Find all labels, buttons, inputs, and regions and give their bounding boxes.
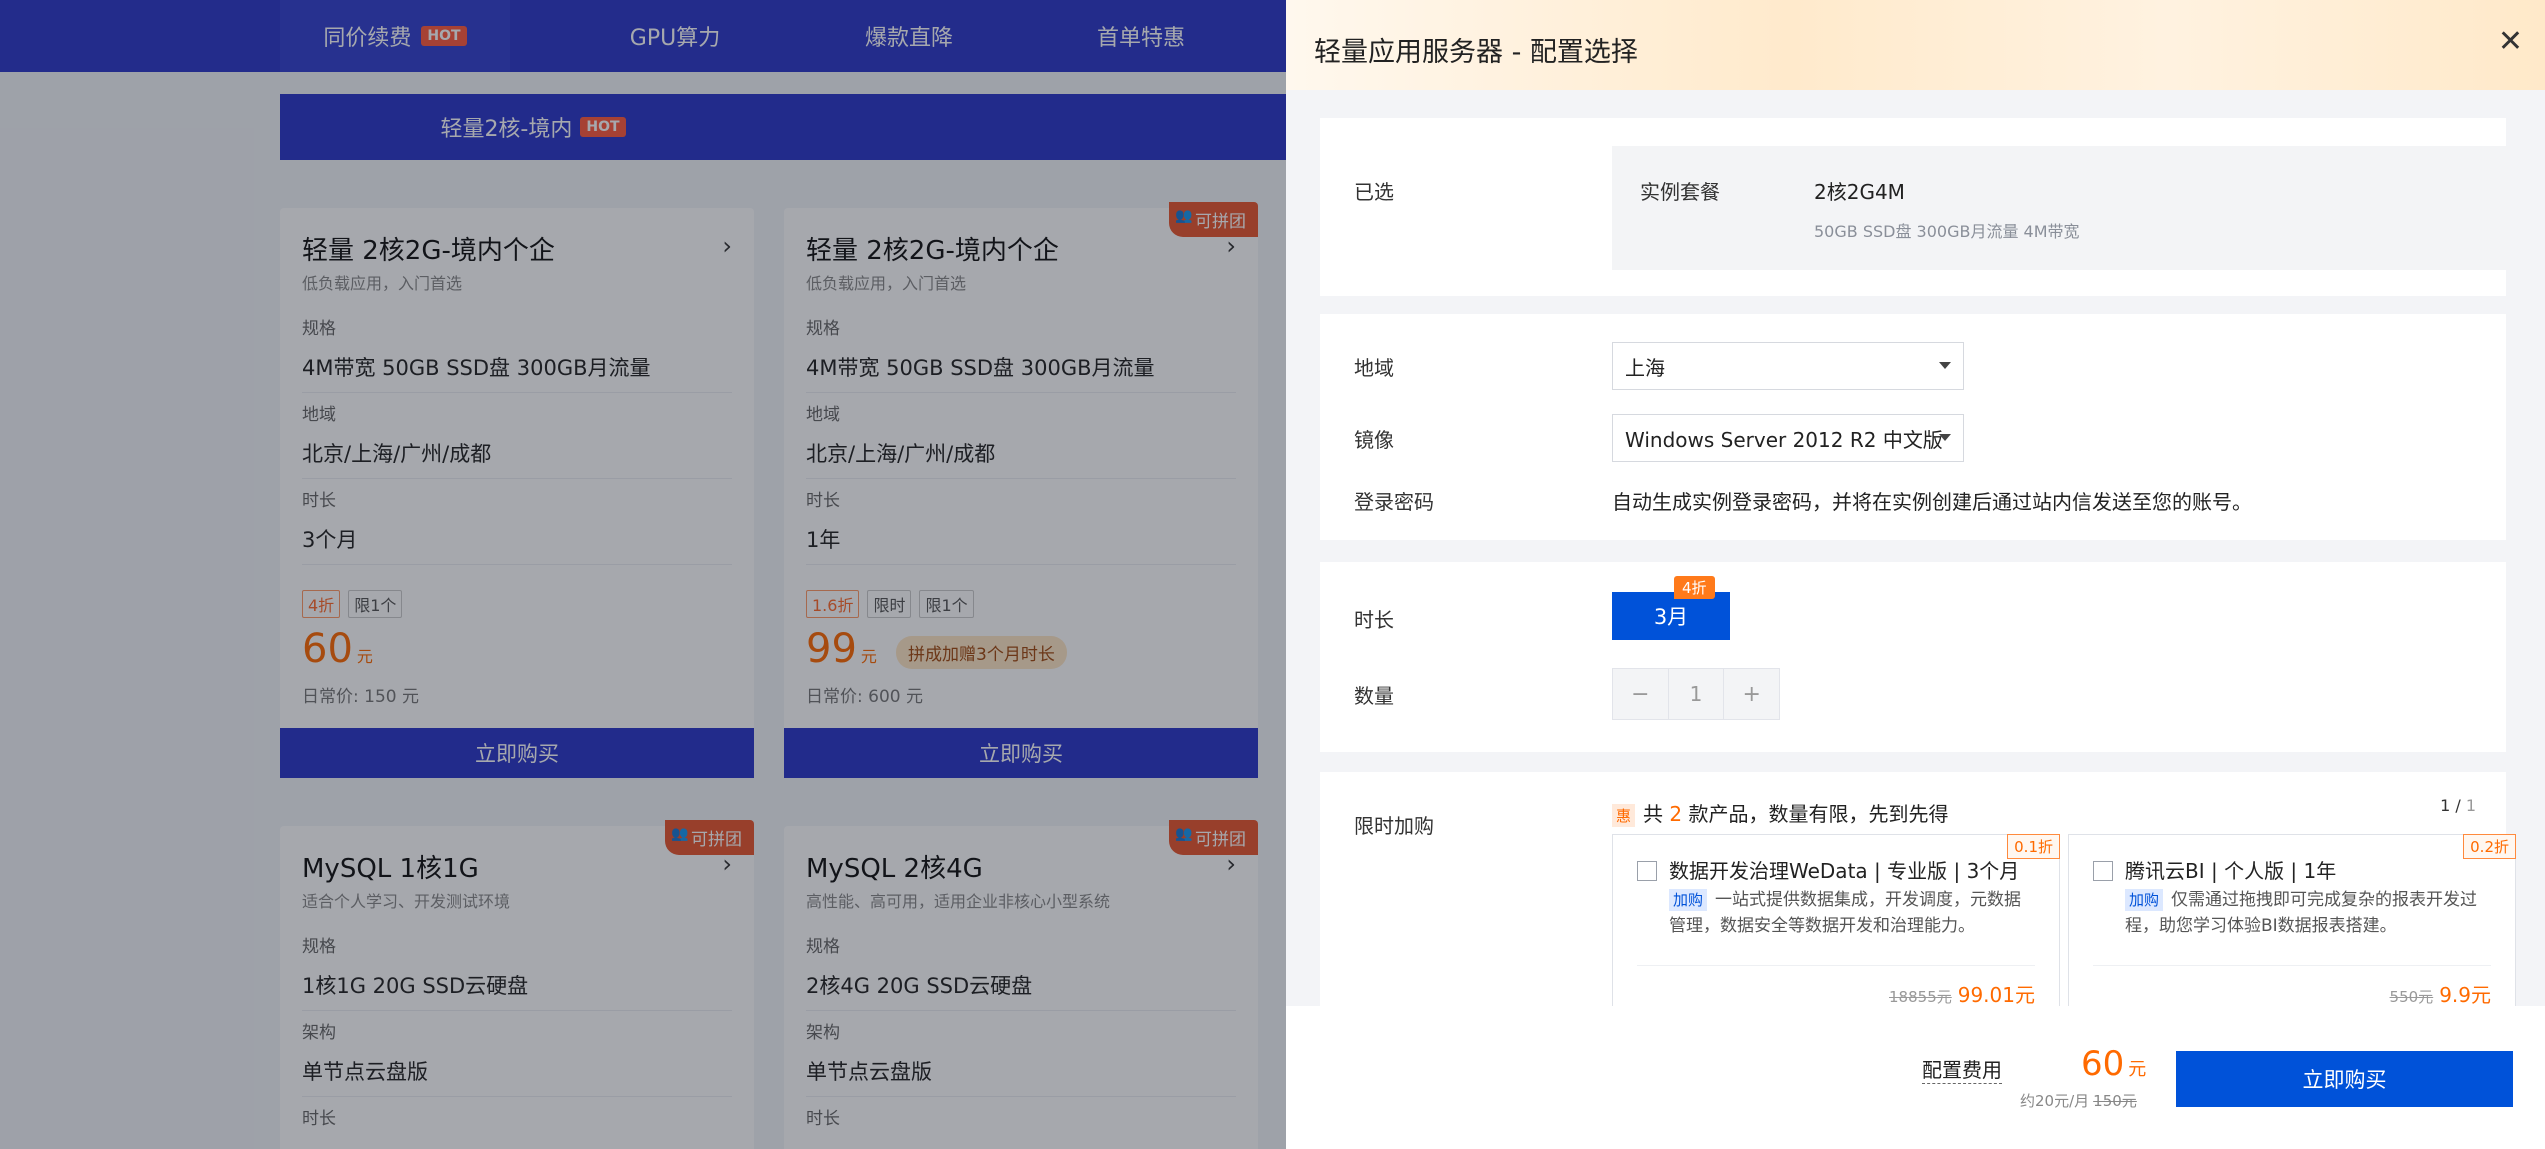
addon-sale-price: 99.01元 xyxy=(1957,983,2035,1007)
divider xyxy=(2093,965,2491,966)
config-fee-label[interactable]: 配置费用 xyxy=(1922,1054,2002,1084)
region-value: 上海 xyxy=(1625,355,1665,380)
addon-price: 18855元 99.01元 xyxy=(1889,979,2035,1008)
addon-desc-block: 加购 一站式提供数据集成，开发调度，元数据管理，数据安全等数据开发和治理能力。 xyxy=(1669,887,2033,939)
quantity-stepper: − 1 + xyxy=(1612,668,1780,720)
page-total: 1 xyxy=(2465,796,2476,815)
page-current: 1 xyxy=(2440,796,2451,815)
addon-tag: 加购 xyxy=(2125,889,2164,911)
password-label: 登录密码 xyxy=(1354,490,1434,514)
purchase-panel: 时长 3月 4折 数量 − 1 + xyxy=(1320,562,2506,752)
discount-tag: 0.2折 xyxy=(2463,834,2516,859)
addon-description: 仅需通过拖拽即可完成复杂的报表开发过程，助您学习体验BI数据报表搭建。 xyxy=(2125,890,2478,936)
modal-overlay[interactable] xyxy=(0,0,1286,1149)
package-key: 实例套餐 xyxy=(1640,180,1720,204)
package-detail: 50GB SSD盘 300GB月流量 4M带宽 xyxy=(1814,222,2080,241)
quantity-label: 数量 xyxy=(1354,684,1394,708)
discount-badge: 惠 xyxy=(1612,804,1636,827)
addon-title: 数据开发治理WeData | 专业版 | 3个月 xyxy=(1669,859,2020,883)
addon-description: 一站式提供数据集成，开发调度，元数据管理，数据安全等数据开发和治理能力。 xyxy=(1669,890,2022,936)
config-panel: 地域 上海 镜像 Windows Server 2012 R2 中文版 登录密码… xyxy=(1320,314,2506,540)
original-total: 150元 xyxy=(2093,1092,2137,1110)
page-separator: / xyxy=(2450,796,2466,815)
plus-button[interactable]: + xyxy=(1724,669,1779,719)
addon-checkbox[interactable] xyxy=(1637,861,1657,881)
caret-down-icon xyxy=(1939,362,1951,369)
price-detail: 约20元/月 150元 xyxy=(2020,1090,2137,1111)
addon-count: 2 xyxy=(1669,802,1683,826)
discount-tag: 4折 xyxy=(1674,576,1715,599)
drawer-header: 轻量应用服务器 - 配置选择 ✕ xyxy=(1286,0,2545,90)
addon-suffix: 款产品，数量有限，先到先得 xyxy=(1688,802,1949,826)
caret-down-icon xyxy=(1939,434,1951,441)
addon-checkbox[interactable] xyxy=(2093,861,2113,881)
divider xyxy=(1637,965,2035,966)
duration-label: 时长 xyxy=(1354,608,1394,632)
addon-label: 限时加购 xyxy=(1354,814,1434,838)
quantity-input[interactable]: 1 xyxy=(1667,669,1725,719)
addon-price: 550元 9.9元 xyxy=(2390,979,2491,1008)
addon-desc-block: 加购 仅需通过拖拽即可完成复杂的报表开发过程，助您学习体验BI数据报表搭建。 xyxy=(2125,887,2489,939)
addon-prefix: 共 xyxy=(1643,802,1664,826)
image-select[interactable]: Windows Server 2012 R2 中文版 xyxy=(1612,414,1964,462)
total-price: 60 元 xyxy=(2081,1044,2146,1084)
drawer-footer: 配置费用 60 元 约20元/月 150元 立即购买 xyxy=(1286,1006,2545,1149)
addon-title: 腾讯云BI | 个人版 | 1年 xyxy=(2125,859,2337,883)
total-price-value: 60 xyxy=(2081,1044,2125,1084)
selected-panel: 已选 实例套餐 2核2G4M 50GB SSD盘 300GB月流量 4M带宽 xyxy=(1320,118,2510,296)
config-drawer: 轻量应用服务器 - 配置选择 ✕ 已选 实例套餐 2核2G4M 50GB SSD… xyxy=(1286,0,2545,1149)
duration-option-3m[interactable]: 3月 xyxy=(1612,592,1730,640)
package-value: 2核2G4M xyxy=(1814,180,1905,204)
close-icon[interactable]: ✕ xyxy=(2498,24,2523,59)
minus-button[interactable]: − xyxy=(1613,669,1668,719)
image-value: Windows Server 2012 R2 中文版 xyxy=(1625,427,1943,452)
image-label: 镜像 xyxy=(1354,428,1394,452)
addon-summary: 惠共 2 款产品，数量有限，先到先得 xyxy=(1612,798,1948,827)
addon-tag: 加购 xyxy=(1669,889,1708,911)
addon-sale-price: 9.9元 xyxy=(2439,983,2491,1007)
buy-now-button[interactable]: 立即购买 xyxy=(2176,1051,2513,1107)
drawer-title: 轻量应用服务器 - 配置选择 xyxy=(1314,37,1638,68)
selected-summary: 实例套餐 2核2G4M 50GB SSD盘 300GB月流量 4M带宽 xyxy=(1612,146,2510,270)
region-select[interactable]: 上海 xyxy=(1612,342,1964,390)
total-price-unit: 元 xyxy=(2128,1059,2147,1080)
monthly-price: 约20元/月 xyxy=(2020,1092,2090,1110)
region-label: 地域 xyxy=(1354,356,1394,380)
addon-pagination: 1 / 1 xyxy=(2440,796,2476,815)
selected-label: 已选 xyxy=(1354,180,1394,204)
addon-original-price: 550元 xyxy=(2389,988,2434,1006)
password-note: 自动生成实例登录密码，并将在实例创建后通过站内信发送至您的账号。 xyxy=(1612,490,2252,514)
addon-original-price: 18855元 xyxy=(1889,988,1952,1006)
